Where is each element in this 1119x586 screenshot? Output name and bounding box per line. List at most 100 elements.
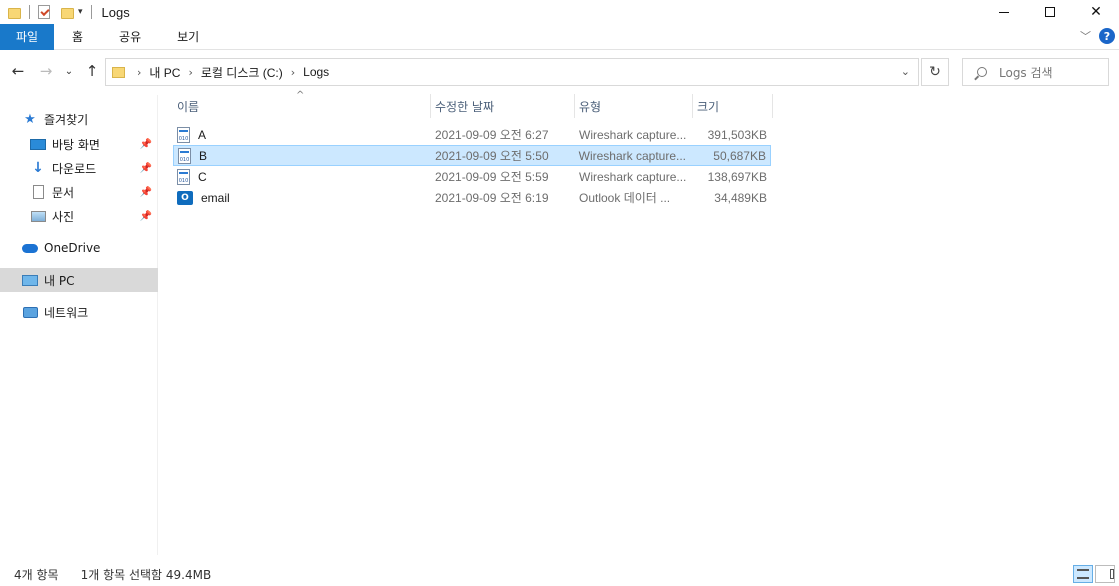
tab-file[interactable]: 파일: [0, 23, 54, 50]
customize-toolbar-dropdown-icon[interactable]: ▾: [78, 7, 83, 17]
back-button[interactable]: ←: [8, 61, 28, 81]
file-name: C: [198, 169, 207, 184]
title-bar: ▾ Logs ✕: [0, 0, 1119, 24]
sidebar-item-desktop[interactable]: 바탕 화면 📌: [0, 132, 158, 156]
quick-access-toolbar: ▾: [0, 0, 100, 24]
search-icon: [977, 67, 987, 77]
pin-icon[interactable]: 📌: [140, 139, 152, 150]
close-icon: ✕: [1090, 4, 1102, 20]
pin-icon[interactable]: 📌: [140, 187, 152, 198]
address-bar[interactable]: › 내 PC › 로컬 디스크 (C:) › Logs ⌄: [105, 58, 919, 86]
sidebar-item-network[interactable]: 네트워크: [0, 300, 158, 324]
pin-icon[interactable]: 📌: [140, 163, 152, 174]
pictures-icon: [30, 209, 46, 223]
column-header-type[interactable]: 유형: [575, 94, 693, 118]
column-header-name[interactable]: 이름: [173, 94, 431, 118]
column-headers: 이름 수정한 날짜 유형 크기: [173, 94, 773, 118]
refresh-button[interactable]: ↻: [921, 58, 949, 86]
breadcrumb-local-disk[interactable]: 로컬 디스크 (C:): [201, 64, 283, 81]
file-name: email: [201, 190, 230, 205]
folder-icon[interactable]: [8, 7, 21, 19]
file-name-cell: 010 C: [173, 168, 431, 185]
arrow-up-icon: ↑: [85, 62, 99, 80]
details-view-button[interactable]: [1073, 565, 1093, 583]
view-switcher: [1073, 565, 1115, 583]
file-date: 2021-09-09 오전 5:50: [435, 149, 549, 163]
column-header-date[interactable]: 수정한 날짜: [431, 94, 575, 118]
star-icon: ★: [24, 111, 36, 127]
column-header-size[interactable]: 크기: [693, 94, 773, 118]
file-name: B: [199, 148, 208, 163]
cloud-icon: [22, 241, 38, 255]
forward-button[interactable]: →: [36, 61, 56, 81]
file-size: 138,697KB: [707, 169, 767, 184]
breadcrumb-this-pc[interactable]: 내 PC: [149, 64, 180, 81]
sidebar-item-onedrive[interactable]: OneDrive: [0, 236, 158, 260]
breadcrumb-logs[interactable]: Logs: [303, 65, 329, 79]
breadcrumb-separator-icon[interactable]: ›: [137, 66, 141, 79]
recent-locations-button[interactable]: ⌄: [62, 61, 76, 81]
network-icon: [22, 305, 38, 319]
sidebar-item-pictures[interactable]: 사진 📌: [0, 204, 158, 228]
tab-view[interactable]: 보기: [159, 24, 217, 50]
capture-file-icon: 010: [177, 168, 190, 185]
search-placeholder: Logs 검색: [999, 65, 1053, 80]
sidebar-item-label: 네트워크: [44, 305, 89, 320]
sidebar-item-quick-access[interactable]: ★ 즐겨찾기: [0, 107, 158, 131]
file-size: 34,489KB: [714, 190, 767, 205]
file-date: 2021-09-09 오전 5:59: [435, 170, 549, 184]
properties-icon[interactable]: [38, 5, 50, 19]
window-title: Logs: [101, 4, 130, 20]
file-type: Wireshark capture...: [579, 169, 687, 184]
desktop-icon: [30, 137, 46, 151]
chevron-down-icon: ⌄: [64, 65, 74, 77]
download-icon: ↓: [32, 160, 44, 176]
file-name: A: [198, 127, 207, 142]
expand-ribbon-chevron-icon[interactable]: ﹀: [1080, 28, 1091, 44]
help-icon[interactable]: ?: [1099, 28, 1115, 44]
breadcrumb-separator-icon[interactable]: ›: [291, 66, 295, 79]
toolbar-divider: [29, 5, 30, 19]
computer-icon: [22, 273, 38, 287]
details-view-icon: [1077, 569, 1089, 579]
file-type: Outlook 데이터 ...: [579, 191, 671, 205]
file-row-c[interactable]: 010 C 2021-09-09 오전 5:59 Wireshark captur…: [173, 166, 771, 187]
sidebar-item-label: 문서: [52, 185, 75, 200]
minimize-button[interactable]: [981, 0, 1027, 24]
file-list: ^ 이름 수정한 날짜 유형 크기 010 A 2021-09-09 오전 6:2…: [160, 90, 1119, 560]
file-name-cell: 010 B: [174, 147, 431, 164]
maximize-icon: [1045, 7, 1055, 17]
ribbon-tabs: 파일 홈 공유 보기 ﹀ ?: [0, 23, 1119, 50]
pin-icon[interactable]: 📌: [140, 211, 152, 222]
file-size: 391,503KB: [707, 127, 767, 142]
large-icons-view-button[interactable]: [1095, 565, 1115, 583]
sidebar-item-this-pc[interactable]: 내 PC: [0, 268, 158, 292]
breadcrumb-separator-icon[interactable]: ›: [188, 66, 192, 79]
sidebar-item-downloads[interactable]: ↓ 다운로드 📌: [0, 156, 158, 180]
toolbar-divider: [90, 5, 92, 19]
close-button[interactable]: ✕: [1073, 0, 1119, 24]
column-header-label: 수정한 날짜: [435, 99, 495, 114]
up-button[interactable]: ↑: [82, 61, 102, 81]
sidebar-item-documents[interactable]: 문서 📌: [0, 180, 158, 204]
file-date: 2021-09-09 오전 6:19: [435, 191, 549, 205]
maximize-button[interactable]: [1027, 0, 1073, 24]
arrow-right-icon: →: [39, 62, 53, 80]
column-header-label: 이름: [177, 99, 200, 114]
refresh-icon: ↻: [929, 64, 941, 80]
tab-share[interactable]: 공유: [101, 24, 159, 50]
new-folder-icon[interactable]: [61, 7, 74, 19]
minimize-icon: [999, 11, 1009, 13]
sidebar-item-label: 사진: [52, 209, 75, 224]
file-row-a[interactable]: 010 A 2021-09-09 오전 6:27 Wireshark captur…: [173, 124, 771, 145]
address-history-chevron-icon[interactable]: ⌄: [901, 65, 910, 78]
toolbar-divider: [56, 5, 57, 19]
file-row-b[interactable]: 010 B 2021-09-09 오전 5:50 Wireshark captur…: [173, 145, 771, 166]
tab-home[interactable]: 홈: [54, 24, 101, 50]
sidebar-item-label: 바탕 화면: [52, 137, 100, 152]
file-name-cell: Oemail: [173, 190, 431, 205]
column-header-label: 유형: [579, 99, 602, 114]
folder-icon: [112, 66, 125, 78]
search-input[interactable]: Logs 검색: [962, 58, 1109, 86]
file-row-email[interactable]: Oemail 2021-09-09 오전 6:19 Outlook 데이터 ..…: [173, 187, 771, 208]
